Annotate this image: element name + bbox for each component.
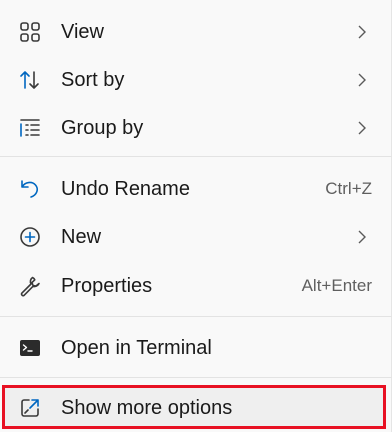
menu-item-label: Group by <box>61 117 144 139</box>
grid-view-icon <box>18 20 42 44</box>
menu-item-label: New <box>61 226 102 248</box>
terminal-icon <box>18 336 42 360</box>
wrench-icon <box>18 274 42 298</box>
menu-item-group-by[interactable]: Group by <box>0 104 392 152</box>
menu-item-properties[interactable]: Properties Alt+Enter <box>0 262 392 310</box>
menu-item-open-in-terminal[interactable]: Open in Terminal <box>0 324 392 372</box>
chevron-right-icon <box>355 24 369 40</box>
menu-item-label: Show more options <box>61 397 233 419</box>
menu-item-label: Undo Rename <box>61 178 190 200</box>
menu-item-sort-by[interactable]: Sort by <box>0 56 392 104</box>
menu-item-new[interactable]: New <box>0 213 392 261</box>
menu-item-undo-rename[interactable]: Undo Rename Ctrl+Z <box>0 165 392 213</box>
sort-arrows-icon <box>18 68 42 92</box>
menu-item-show-more-options[interactable]: Show more options <box>0 386 392 430</box>
chevron-right-icon <box>355 120 369 136</box>
keyboard-shortcut: Alt+Enter <box>301 276 372 295</box>
open-external-icon <box>18 396 42 420</box>
menu-separator <box>0 377 392 378</box>
add-circle-icon <box>18 225 42 249</box>
context-menu: View Sort by Group by Undo Rename Ctrl+Z… <box>0 0 392 432</box>
menu-item-label: Open in Terminal <box>61 337 212 359</box>
chevron-right-icon <box>355 72 369 88</box>
menu-item-label: View <box>61 21 104 43</box>
undo-icon <box>18 177 42 201</box>
menu-separator <box>0 156 392 157</box>
menu-item-view[interactable]: View <box>0 8 392 56</box>
menu-item-label: Sort by <box>61 69 125 91</box>
chevron-right-icon <box>355 229 369 245</box>
menu-item-label: Properties <box>61 275 153 297</box>
menu-separator <box>0 316 392 317</box>
keyboard-shortcut: Ctrl+Z <box>325 179 372 198</box>
group-list-icon <box>18 116 42 140</box>
